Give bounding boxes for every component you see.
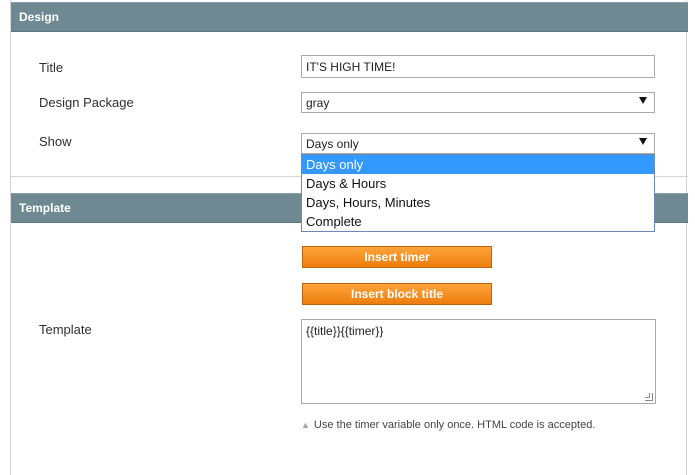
dropdown-option[interactable]: Complete <box>302 212 654 231</box>
resize-grip-icon[interactable] <box>645 393 653 401</box>
selected-value: Days only <box>306 137 359 151</box>
show-dropdown-list[interactable]: Days only Days & Hours Days, Hours, Minu… <box>301 154 655 232</box>
section-header-design: Design <box>11 2 688 32</box>
template-textarea[interactable]: {{title}}{{timer}} <box>301 319 656 404</box>
dropdown-option[interactable]: Days only <box>302 155 654 174</box>
insert-timer-button[interactable]: Insert timer <box>302 246 492 268</box>
caret-down-icon <box>639 97 647 104</box>
template-value: {{title}}{{timer}} <box>306 324 384 338</box>
triangle-up-icon: ▲ <box>301 420 310 430</box>
template-label: Template <box>39 322 92 337</box>
template-note: ▲ Use the timer variable only once. HTML … <box>301 414 641 436</box>
insert-block-title-button[interactable]: Insert block title <box>302 283 492 305</box>
form-panel: Design Title Design Package gray Show Da… <box>10 0 688 475</box>
dropdown-option[interactable]: Days, Hours, Minutes <box>302 193 654 212</box>
show-label: Show <box>39 134 72 149</box>
title-input[interactable] <box>301 55 655 78</box>
show-select[interactable]: Days only <box>301 133 655 154</box>
note-text: Use the timer variable only once. HTML c… <box>313 419 596 431</box>
design-package-select[interactable]: gray <box>301 92 655 113</box>
selected-value: gray <box>306 96 330 110</box>
design-package-label: Design Package <box>39 95 134 110</box>
title-label: Title <box>39 60 64 75</box>
dropdown-option[interactable]: Days & Hours <box>302 174 654 193</box>
section-title: Template <box>19 201 71 215</box>
caret-down-icon <box>639 138 647 145</box>
section-title: Design <box>19 10 60 24</box>
